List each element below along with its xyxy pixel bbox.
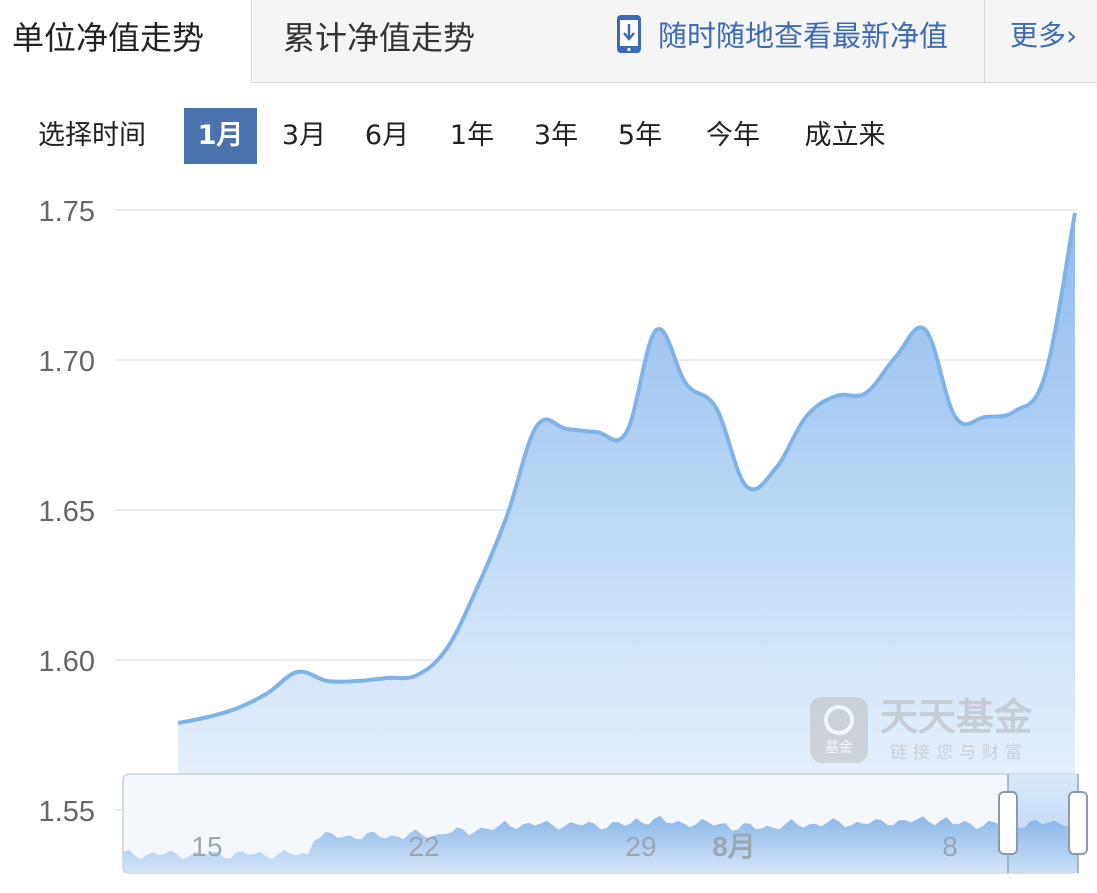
nav-trend-chart: 1.75 1.70 1.65 1.60 1.55 基金 天天基金 链接您与财富 15 22…: [39, 196, 1088, 874]
x-tick-label: 22: [408, 831, 439, 862]
y-tick-label: 1.65: [39, 496, 95, 528]
y-tick-label: 1.75: [39, 196, 95, 228]
x-tick-label: 8月: [712, 831, 756, 862]
x-tick-label: 29: [625, 831, 656, 862]
x-tick-label: 8: [942, 831, 958, 862]
y-tick-label: 1.55: [39, 796, 95, 828]
slider-left-handle[interactable]: [998, 791, 1018, 855]
watermark-slogan: 链接您与财富: [890, 743, 1028, 763]
x-tick-label: 15: [191, 831, 222, 862]
watermark-logo-text: 基金: [825, 739, 853, 756]
y-tick-label: 1.70: [39, 346, 95, 378]
slider-right-handle[interactable]: [1068, 791, 1088, 855]
watermark: 基金 天天基金 链接您与财富: [810, 694, 1033, 763]
y-tick-label: 1.60: [39, 646, 95, 678]
watermark-brand: 天天基金: [880, 694, 1033, 739]
